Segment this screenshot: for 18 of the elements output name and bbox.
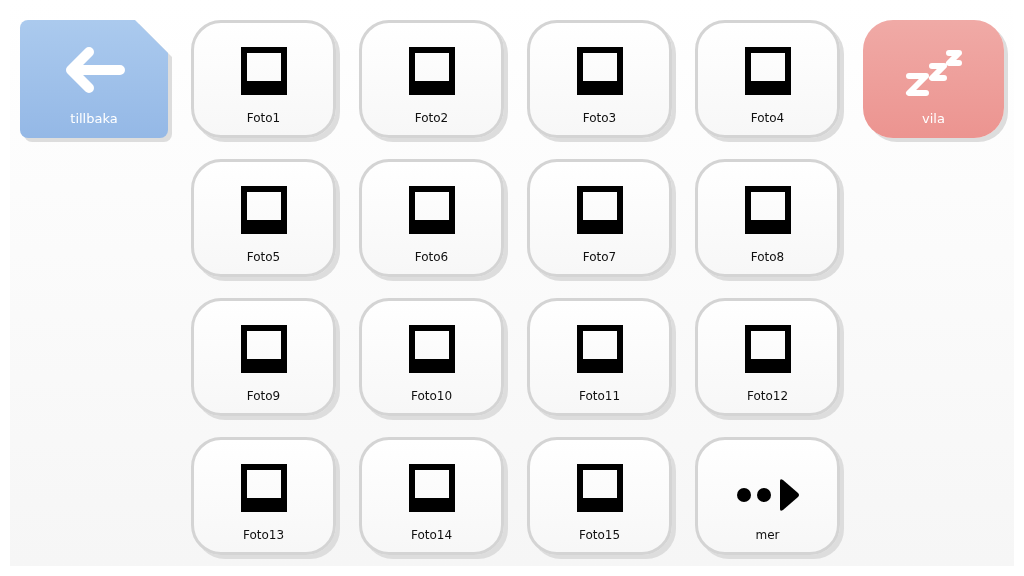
photo-icon bbox=[744, 186, 791, 234]
photo-icon bbox=[408, 464, 455, 512]
photo-icon bbox=[576, 186, 623, 234]
photo-icon bbox=[576, 464, 623, 512]
photo-icon bbox=[408, 186, 455, 234]
photo-icon bbox=[240, 47, 287, 95]
photo-icon bbox=[744, 47, 791, 95]
photo-icon bbox=[744, 325, 791, 373]
photo-icon bbox=[408, 47, 455, 95]
photo-icon bbox=[240, 186, 287, 234]
photo-icon bbox=[576, 325, 623, 373]
left-arrow-icon bbox=[63, 47, 125, 93]
photo-icon bbox=[240, 464, 287, 512]
photo-icon bbox=[576, 47, 623, 95]
zzz-icon bbox=[903, 49, 964, 97]
photo-icon bbox=[408, 325, 455, 373]
photo-icon bbox=[240, 325, 287, 373]
dots-arrow-icon bbox=[735, 478, 800, 512]
